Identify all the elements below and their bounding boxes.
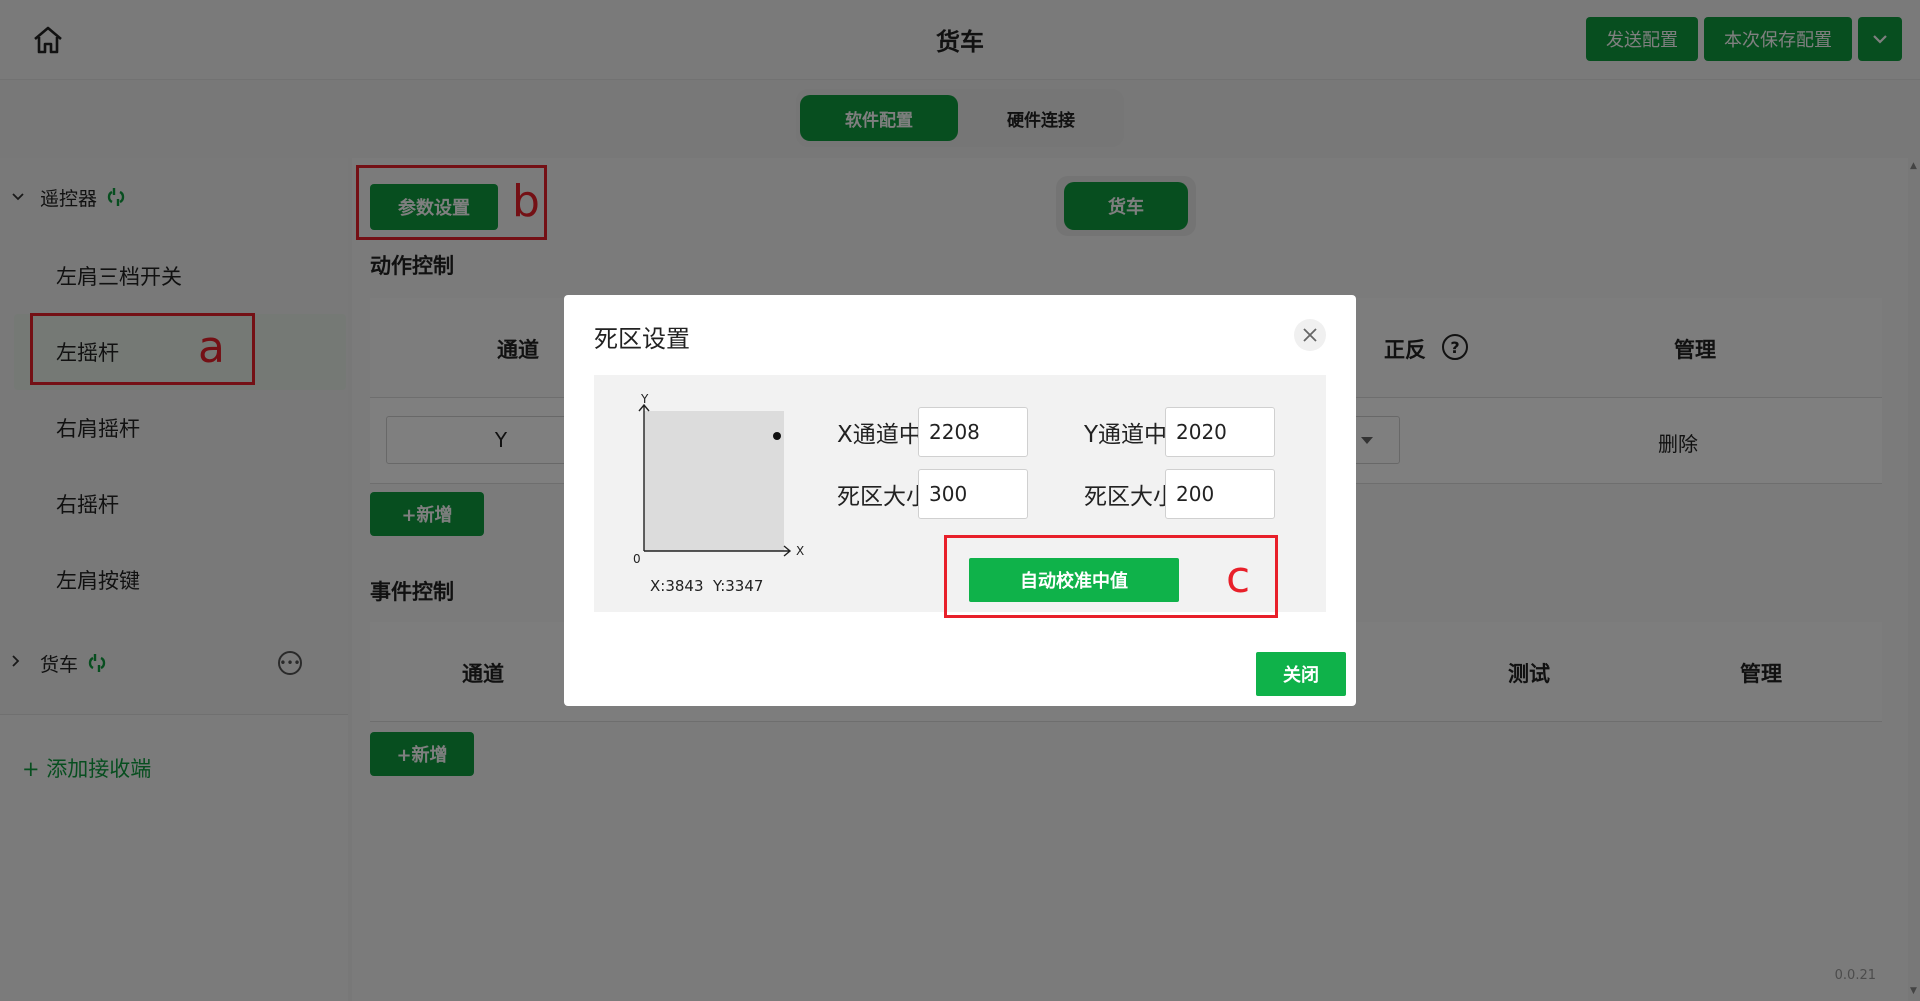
deadzone-dialog: 死区设置 Y X 0 X:3843 Y:3347 X通道中值 2208 Y通道中…: [564, 295, 1356, 706]
deadzone-plot: Y X 0: [633, 392, 804, 566]
y-deadzone-label: 死区大小: [1084, 484, 1176, 510]
x-center-input[interactable]: 2208: [918, 407, 1028, 457]
close-icon[interactable]: [1294, 319, 1326, 351]
y-deadzone-input[interactable]: 200: [1165, 469, 1275, 519]
plot-y-label: Y: [640, 392, 649, 406]
x-deadzone-input[interactable]: 300: [918, 469, 1028, 519]
annotation-label-c: c: [1226, 552, 1251, 603]
coordinates-readout: X:3843 Y:3347: [650, 577, 764, 595]
close-dialog-button[interactable]: 关闭: [1256, 652, 1346, 696]
dialog-title: 死区设置: [594, 325, 690, 353]
plot-origin-label: 0: [633, 552, 641, 566]
x-deadzone-label: 死区大小: [837, 484, 929, 510]
joystick-position-dot: [773, 432, 781, 440]
plot-x-label: X: [796, 544, 804, 558]
y-center-input[interactable]: 2020: [1165, 407, 1275, 457]
